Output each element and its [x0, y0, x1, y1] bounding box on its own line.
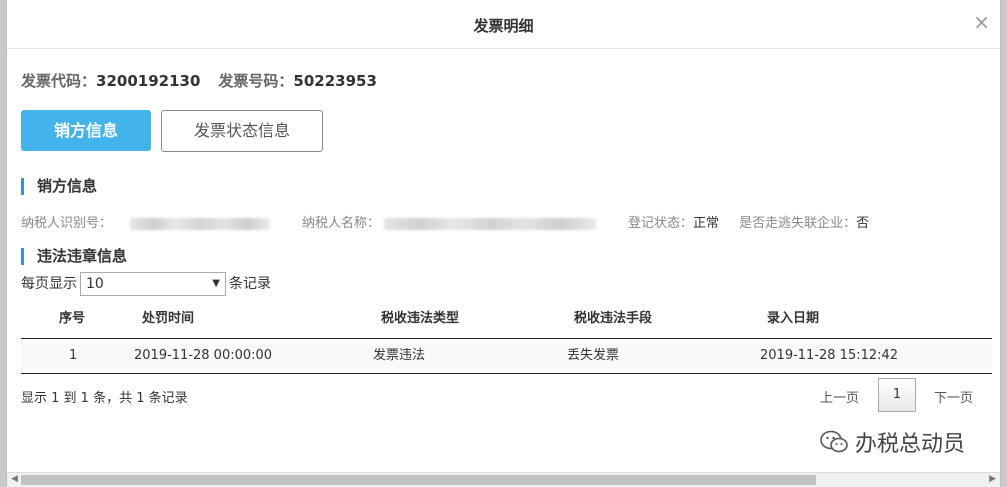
taxpayer-name-redacted [384, 217, 597, 230]
chevron-down-icon: ▼ [212, 278, 220, 289]
missing-enterprise-label: 是否走逃失联企业： [739, 216, 857, 231]
violation-table: 序号 处罚时间 税收违法类型 税收违法手段 录入日期 1 2019-11-28 … [21, 300, 992, 374]
per-page-control: 每页显示 10 ▼ 条记录 [21, 272, 271, 296]
pager-prev-button[interactable]: 上一页 [820, 387, 859, 406]
taxpayer-name-label: 纳税人名称： [302, 216, 381, 231]
cell-violation-type: 发票违法 [373, 348, 426, 363]
cell-index: 1 [69, 348, 78, 363]
tab-invoice-status[interactable]: 发票状态信息 [161, 110, 323, 152]
invoice-code-label: 发票代码： [21, 72, 97, 90]
scroll-left-icon[interactable]: ◀ [11, 474, 18, 484]
taxpayer-id-redacted [130, 217, 271, 230]
table-summary: 显示 1 到 1 条，共 1 条记录 [21, 391, 188, 406]
col-header-penalty-time[interactable]: 处罚时间 [142, 300, 194, 338]
watermark-text: 办税总动员 [855, 432, 966, 457]
table-header-row: 序号 处罚时间 税收违法类型 税收违法手段 录入日期 [21, 300, 992, 339]
watermark: 办税总动员 [819, 426, 965, 461]
per-page-select[interactable]: 10 ▼ [80, 272, 226, 296]
dialog-header: 发票明细 × [7, 0, 1000, 49]
reg-status-value: 正常 [693, 216, 720, 231]
cell-penalty-time: 2019-11-28 00:00:00 [134, 348, 273, 363]
tab-seller-info[interactable]: 销方信息 [21, 110, 151, 151]
col-header-violation-means[interactable]: 税收违法手段 [574, 300, 652, 338]
invoice-code-value: 3200192130 [96, 72, 201, 90]
col-header-violation-type[interactable]: 税收违法类型 [381, 300, 459, 338]
col-header-entry-date[interactable]: 录入日期 [767, 300, 819, 338]
close-icon[interactable]: × [973, 12, 990, 32]
missing-enterprise-value: 否 [856, 216, 870, 231]
table-row: 1 2019-11-28 00:00:00 发票违法 丢失发票 2019-11-… [21, 339, 992, 374]
taxpayer-id-label: 纳税人识别号： [21, 216, 113, 231]
invoice-number-label: 发票号码： [218, 72, 294, 90]
per-page-prefix: 每页显示 [21, 276, 77, 292]
cell-entry-date: 2019-11-28 15:12:42 [760, 348, 899, 363]
cell-violation-means: 丢失发票 [567, 348, 620, 363]
per-page-suffix: 条记录 [229, 276, 271, 292]
invoice-number-value: 50223953 [293, 72, 377, 90]
scroll-right-icon[interactable]: ▶ [989, 474, 996, 484]
pager-page-1[interactable]: 1 [878, 378, 916, 412]
invoice-code-line: 发票代码：3200192130 发票号码：50223953 [21, 70, 377, 91]
invoice-detail-dialog: 发票明细 × 发票代码：3200192130 发票号码：50223953 销方信息… [6, 0, 1001, 487]
dialog-title: 发票明细 [473, 17, 534, 35]
wechat-icon [819, 429, 849, 461]
seller-section-title: 销方信息 [21, 178, 97, 195]
per-page-value: 10 [86, 276, 104, 292]
scrollbar-thumb[interactable] [21, 475, 816, 485]
pager-next-button[interactable]: 下一页 [934, 387, 973, 406]
violation-section-title: 违法违章信息 [21, 248, 127, 265]
reg-status-label: 登记状态： [628, 216, 694, 231]
col-header-index[interactable]: 序号 [59, 300, 85, 338]
horizontal-scrollbar[interactable]: ◀ ▶ [7, 472, 1000, 487]
seller-info-row: 纳税人识别号： 纳税人名称： 登记状态：正常 是否走逃失联企业：否 [21, 212, 869, 231]
